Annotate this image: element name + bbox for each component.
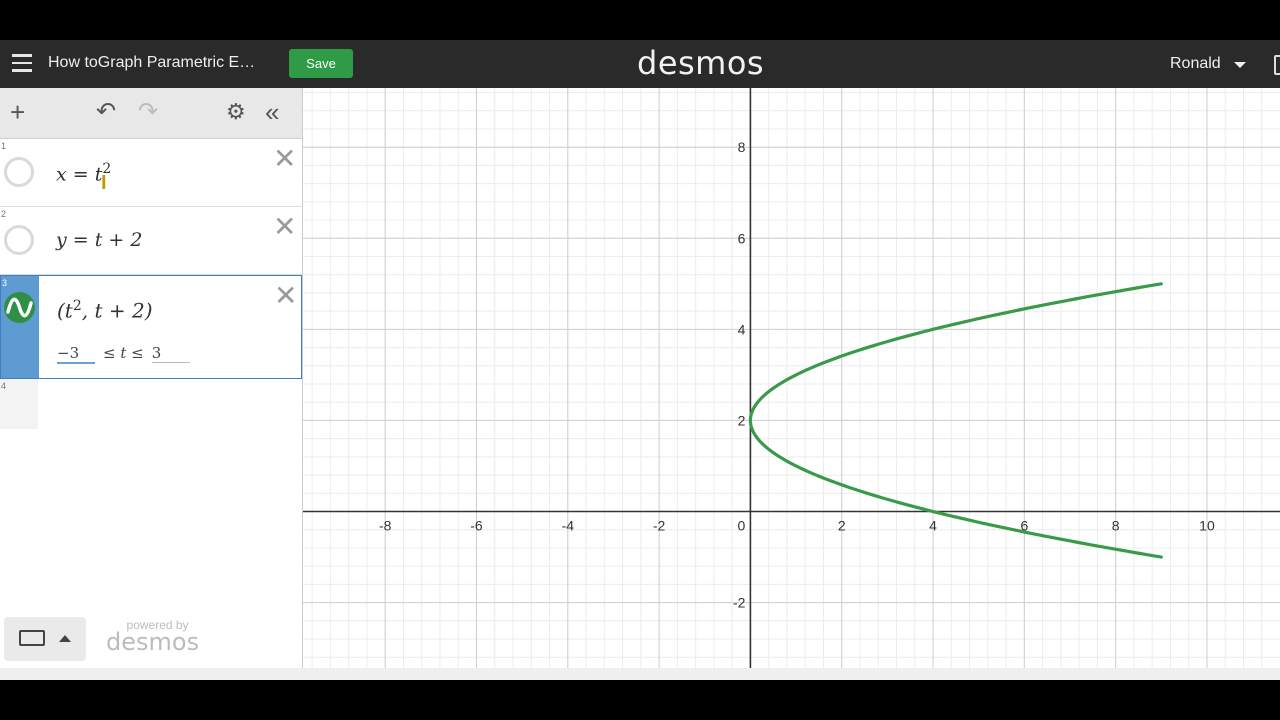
visibility-toggle[interactable]: [4, 225, 34, 255]
desmos-logo: desmos: [637, 44, 765, 82]
range-inequality: ≤ t ≤: [103, 344, 144, 362]
expression-panel: + ↶ ↷ ⚙ « 1 x = t2 I ✕ 2 y = t + 2 ✕ 3 (…: [0, 88, 303, 680]
expression-gutter: 3: [1, 276, 39, 378]
x-tick-label: -4: [562, 518, 575, 534]
math-base: x = t: [56, 163, 103, 186]
expression-row[interactable]: 2 y = t + 2 ✕: [0, 207, 302, 275]
graph-area[interactable]: -8 -6 -4 -2 0 2 4 6 8 10 8 6 4 2 -2: [303, 88, 1280, 680]
hamburger-icon[interactable]: [12, 54, 32, 72]
text-cursor-icon: I: [101, 172, 107, 194]
close-icon[interactable]: ✕: [273, 145, 296, 173]
app-window: How toGraph Parametric E… Save desmos Ro…: [0, 40, 1280, 680]
parametric-curve-icon[interactable]: [4, 292, 35, 323]
math-input[interactable]: (t2, t + 2): [57, 298, 153, 323]
expression-gutter: 1: [0, 139, 38, 206]
share-icon[interactable]: [1274, 55, 1280, 75]
expression-list: 1 x = t2 I ✕ 2 y = t + 2 ✕ 3 (t2, t + 2)…: [0, 139, 302, 429]
math-rest: , t + 2): [81, 298, 153, 323]
expression-row-active[interactable]: 3 (t2, t + 2) −3 ≤ t ≤ 3 ✕: [0, 275, 302, 379]
expression-number: 3: [2, 278, 8, 288]
top-bar: How toGraph Parametric E… Save desmos Ro…: [0, 40, 1280, 88]
redo-icon[interactable]: ↷: [138, 98, 158, 126]
y-tick-label: 6: [738, 230, 746, 246]
expression-number: 4: [1, 381, 7, 391]
keyboard-toggle-button[interactable]: [4, 617, 86, 661]
keyboard-icon: [19, 630, 45, 646]
x-tick-label: 0: [738, 518, 746, 534]
math-open: (t: [57, 298, 73, 323]
expression-row-empty[interactable]: 4: [0, 379, 302, 429]
expression-gutter: 4: [0, 379, 38, 429]
close-icon[interactable]: ✕: [273, 213, 296, 241]
y-tick-label: 4: [738, 321, 746, 337]
expression-toolbar: + ↶ ↷ ⚙ «: [0, 88, 302, 139]
gear-icon[interactable]: ⚙: [226, 98, 246, 126]
close-icon[interactable]: ✕: [274, 282, 297, 310]
y-tick-label: 2: [738, 412, 746, 428]
undo-icon[interactable]: ↶: [96, 98, 116, 126]
graph-canvas[interactable]: -8 -6 -4 -2 0 2 4 6 8 108642-2: [303, 88, 1280, 680]
x-tick-label: 8: [1112, 518, 1120, 534]
parameter-range: −3 ≤ t ≤ 3: [57, 344, 190, 364]
y-tick-label: -2: [733, 595, 746, 611]
x-tick-label: -2: [653, 518, 666, 534]
caret-down-icon[interactable]: [1234, 62, 1246, 68]
expression-number: 1: [1, 141, 7, 151]
user-menu[interactable]: Ronald: [1170, 55, 1221, 73]
powered-by-brand: desmos: [106, 628, 200, 656]
math-input[interactable]: y = t + 2: [56, 229, 142, 251]
y-tick-label: 8: [738, 139, 746, 155]
visibility-toggle[interactable]: [4, 157, 34, 187]
document-title[interactable]: How toGraph Parametric E…: [48, 54, 280, 72]
save-button[interactable]: Save: [289, 49, 353, 78]
expression-row[interactable]: 1 x = t2 I ✕: [0, 139, 302, 207]
range-min-input[interactable]: −3: [57, 344, 95, 364]
math-exponent: 2: [72, 298, 82, 314]
x-tick-label: 2: [838, 518, 846, 534]
plus-icon[interactable]: +: [10, 98, 25, 126]
range-max-input[interactable]: 3: [151, 344, 190, 363]
expression-number: 2: [1, 209, 7, 219]
collapse-icon[interactable]: «: [265, 98, 279, 126]
x-tick-label: -6: [470, 518, 483, 534]
expression-gutter: 2: [0, 207, 38, 274]
x-tick-label: 4: [929, 518, 937, 534]
powered-by-desmos: powered by desmos: [106, 618, 199, 656]
caret-up-icon: [59, 635, 71, 642]
x-tick-label: -8: [379, 518, 392, 534]
x-tick-label: 10: [1199, 518, 1215, 534]
taskbar-strip: [0, 668, 1280, 680]
